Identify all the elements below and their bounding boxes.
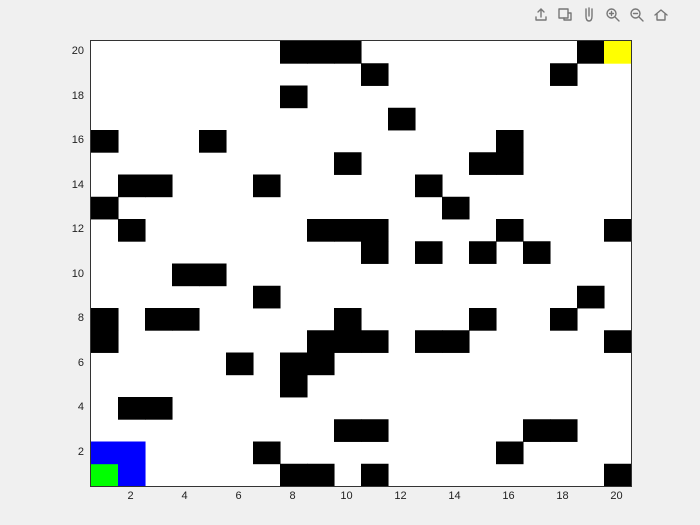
y-tick-label: 2 xyxy=(54,446,84,458)
x-tick-label: 6 xyxy=(235,490,241,502)
y-tick-label: 16 xyxy=(54,134,84,146)
heatmap xyxy=(91,41,631,486)
y-tick-label: 18 xyxy=(54,90,84,102)
x-tick-label: 10 xyxy=(340,490,352,502)
home-icon[interactable] xyxy=(652,6,670,24)
y-tick-label: 4 xyxy=(54,401,84,413)
y-tick-label: 14 xyxy=(54,179,84,191)
x-tick-label: 16 xyxy=(502,490,514,502)
zoom-out-icon[interactable] xyxy=(628,6,646,24)
figure-toolbar xyxy=(532,6,670,24)
y-tick-label: 6 xyxy=(54,357,84,369)
x-tick-label: 20 xyxy=(610,490,622,502)
pan-icon[interactable] xyxy=(580,6,598,24)
axes xyxy=(90,40,632,487)
y-tick-label: 12 xyxy=(54,223,84,235)
x-tick-label: 12 xyxy=(394,490,406,502)
zoom-in-icon[interactable] xyxy=(604,6,622,24)
x-tick-label: 2 xyxy=(127,490,133,502)
x-tick-label: 4 xyxy=(181,490,187,502)
y-tick-label: 8 xyxy=(54,312,84,324)
brush-icon[interactable] xyxy=(556,6,574,24)
x-tick-label: 18 xyxy=(556,490,568,502)
x-tick-label: 8 xyxy=(289,490,295,502)
y-tick-label: 20 xyxy=(54,45,84,57)
x-tick-label: 14 xyxy=(448,490,460,502)
y-tick-label: 10 xyxy=(54,268,84,280)
share-icon[interactable] xyxy=(532,6,550,24)
